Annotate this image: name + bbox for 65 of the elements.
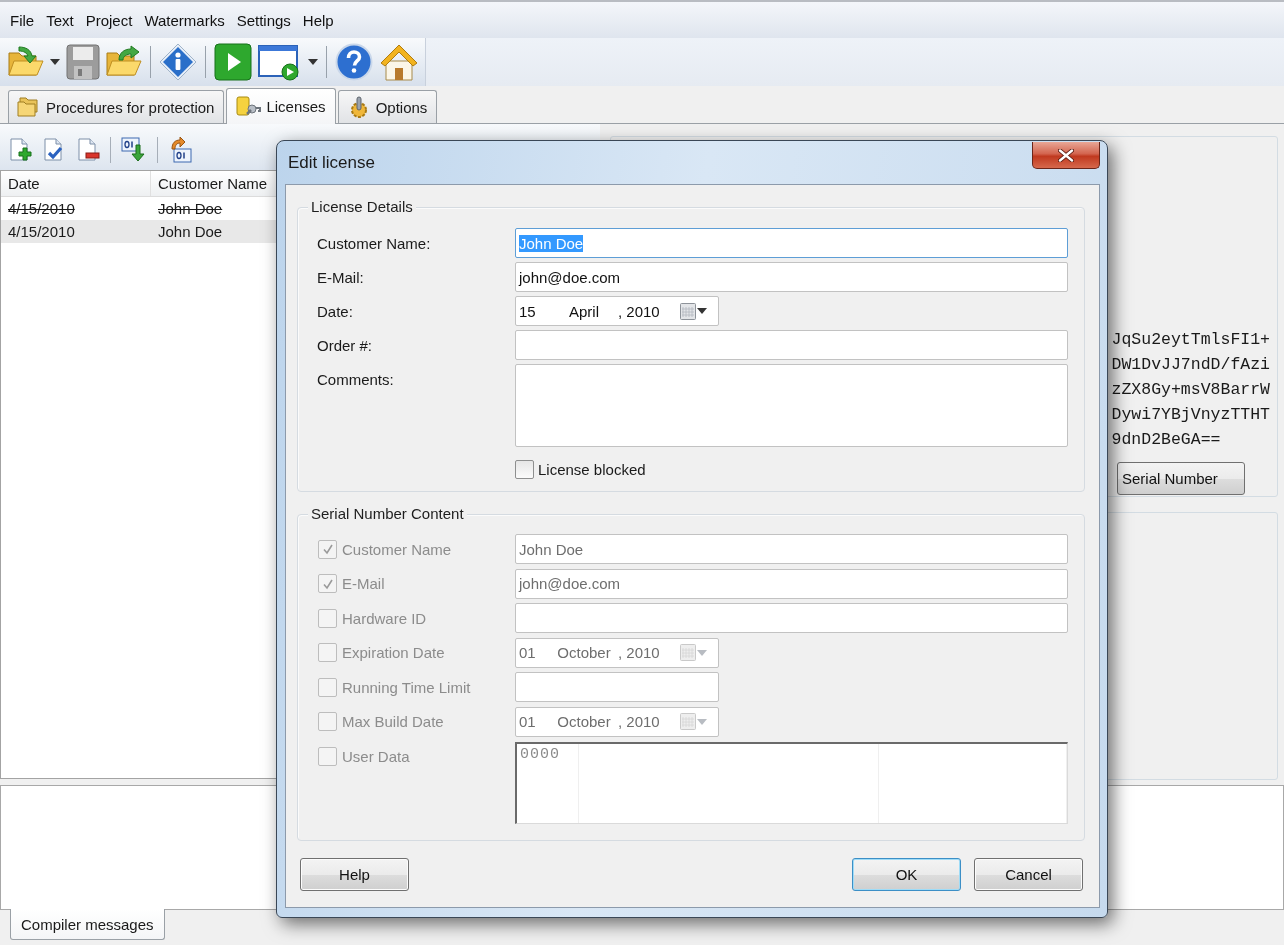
tab[interactable]: Procedures for protection — [8, 90, 225, 123]
field-label: Order #: — [317, 336, 374, 354]
key-icon — [235, 95, 262, 118]
table-cell-text: 4/15/2010 — [7, 222, 76, 242]
menu-item[interactable]: Text — [40, 11, 80, 29]
field-label: Date: — [317, 302, 354, 320]
dialog-button[interactable]: Cancel — [974, 857, 1083, 891]
menu-item[interactable]: Project — [79, 11, 139, 29]
serial-key-line: 9dnD2BeGA== — [1111, 429, 1222, 451]
checkbox-label: Expiration Date — [342, 644, 445, 662]
text-field[interactable] — [515, 330, 1068, 360]
close-button[interactable] — [1032, 142, 1100, 169]
field-label: Comments: — [317, 370, 395, 388]
serial-key-line: DW1DvJJ7ndD/fAzi — [1111, 354, 1270, 376]
field-label: E-Mail: — [317, 268, 365, 286]
menu-item[interactable]: Watermarks — [138, 11, 231, 29]
home-icon[interactable] — [379, 42, 419, 82]
field-label: Customer Name: — [317, 234, 432, 252]
checkbox-label: User Data — [342, 748, 410, 766]
menu-item[interactable]: Settings — [230, 11, 297, 29]
text-area[interactable] — [515, 364, 1068, 447]
window-title: Edit license — [287, 152, 375, 173]
folder-arrow-icon[interactable] — [8, 45, 44, 79]
help-icon[interactable] — [335, 43, 373, 81]
checkbox-label: Hardware ID — [342, 609, 427, 627]
serial-key-line: JqSu2eytTmlsFI1+ — [1111, 329, 1270, 351]
tab[interactable]: Licenses — [226, 88, 336, 124]
help-button[interactable]: Help — [300, 857, 409, 891]
checkbox-label: Customer Name — [342, 540, 452, 558]
checkbox-label: E-Mail — [342, 575, 385, 593]
dialog-button[interactable]: OK — [852, 857, 961, 891]
serial-key-line: Dywi7YBjVnyzTTHT — [1111, 404, 1270, 426]
caret-icon[interactable] — [697, 308, 707, 314]
play-icon[interactable] — [214, 43, 252, 81]
arrow-file-icon[interactable] — [168, 137, 194, 163]
checkbox-label: Running Time Limit — [342, 678, 471, 696]
remove-document-icon[interactable] — [76, 138, 100, 162]
table-cell-text: John Doe — [157, 199, 224, 219]
caret-icon[interactable] — [50, 59, 60, 65]
text-field[interactable]: john@doe.com — [515, 262, 1068, 292]
menu-item[interactable]: File — [4, 11, 41, 29]
date-segment[interactable]: April — [569, 302, 599, 320]
checkbox-label: Max Build Date — [342, 713, 444, 731]
close-icon[interactable] — [1058, 148, 1074, 162]
serial-number-button[interactable]: Serial Number — [1117, 462, 1245, 495]
date-segment[interactable]: , 2010 — [618, 302, 660, 320]
checkbox-label: License blocked — [538, 461, 646, 478]
table-cell-text: John Doe — [157, 222, 224, 242]
tab[interactable]: Options — [337, 90, 438, 123]
date-segment[interactable]: 15 — [519, 302, 536, 320]
add-document-icon[interactable] — [8, 138, 32, 162]
caret-icon[interactable] — [308, 59, 318, 65]
info-icon[interactable] — [159, 43, 197, 81]
table-cell-text: 4/15/2010 — [7, 199, 76, 219]
serial-key-line: zZX8Gy+msV8BarrW — [1111, 379, 1270, 401]
date-picker-field[interactable]: 15 April , 2010 — [515, 296, 719, 326]
checkbox[interactable] — [515, 460, 534, 479]
file-arrow-icon[interactable] — [121, 137, 147, 163]
tab[interactable]: Compiler messages — [10, 909, 165, 940]
column-header[interactable]: Date — [1, 171, 151, 196]
menu-item[interactable]: Help — [296, 11, 340, 29]
checkmark-icon — [321, 577, 334, 590]
folder-arrow-icon[interactable] — [106, 45, 142, 79]
folders-icon — [17, 97, 41, 117]
checkmark-icon — [321, 543, 334, 555]
